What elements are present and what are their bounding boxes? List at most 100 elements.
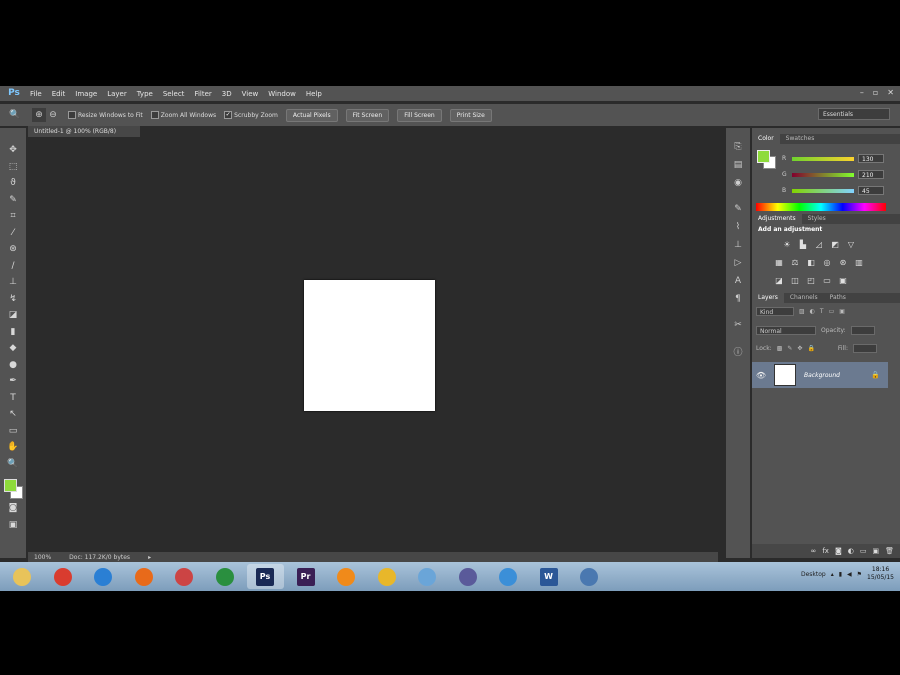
pen-tool-icon[interactable]: ✒: [5, 373, 21, 390]
taskbar-app-6-button[interactable]: [206, 564, 243, 589]
workspace-select[interactable]: Essentials: [818, 108, 890, 120]
black-white-icon[interactable]: ◧: [806, 258, 816, 268]
brush-tool-icon[interactable]: ∕: [5, 258, 21, 275]
new-adjustment-icon[interactable]: ◐: [848, 547, 854, 555]
eraser-tool-icon[interactable]: ◪: [5, 307, 21, 324]
add-mask-icon[interactable]: ◙: [835, 547, 842, 555]
network-icon[interactable]: ▮: [839, 571, 842, 578]
eyedropper-tool-icon[interactable]: ⁄: [5, 225, 21, 242]
taskbar-app-12-button[interactable]: [449, 564, 486, 589]
tab-styles[interactable]: Styles: [802, 214, 832, 224]
tool-presets-icon[interactable]: ✂: [730, 316, 746, 334]
filter-smart-object-icon[interactable]: ▣: [839, 308, 845, 315]
checkbox-box[interactable]: ✓: [224, 111, 233, 119]
character-icon[interactable]: A: [730, 272, 746, 290]
opacity-field[interactable]: [850, 326, 875, 335]
color-balance-icon[interactable]: ⚖: [790, 258, 800, 268]
layer-kind-select[interactable]: Kind: [756, 307, 794, 316]
blend-mode-select[interactable]: Normal: [756, 326, 816, 335]
red-slider[interactable]: [792, 156, 854, 161]
screen-mode-icon[interactable]: ▣: [5, 517, 21, 534]
tab-adjustments[interactable]: Adjustments: [752, 214, 802, 224]
move-tool-icon[interactable]: ✥: [5, 142, 21, 159]
path-selection-tool-icon[interactable]: ↖: [5, 406, 21, 423]
paragraph-icon[interactable]: ¶: [730, 290, 746, 308]
taskbar-app-13-button[interactable]: [490, 564, 527, 589]
taskbar-vlc-button[interactable]: [328, 564, 365, 589]
taskbar-app-15-button[interactable]: [571, 564, 608, 589]
levels-icon[interactable]: ▙: [798, 240, 808, 250]
checkbox-box[interactable]: [68, 111, 76, 119]
layer-row[interactable]: 👁 Background 🔒: [752, 362, 888, 388]
document-canvas[interactable]: [304, 280, 435, 411]
document-tab[interactable]: Untitled-1 @ 100% (RGB/8): [28, 126, 140, 137]
navigator-icon[interactable]: ◉: [730, 174, 746, 192]
menu-help[interactable]: Help: [301, 90, 327, 98]
menu-3d[interactable]: 3D: [217, 90, 237, 98]
print-size-button[interactable]: Print Size: [449, 108, 492, 122]
type-tool-icon[interactable]: T: [5, 390, 21, 407]
foreground-color-swatch[interactable]: [4, 479, 17, 492]
tab-swatches[interactable]: Swatches: [780, 134, 821, 144]
history-brush-tool-icon[interactable]: ↯: [5, 291, 21, 308]
quick-mask-icon[interactable]: ◙: [5, 500, 21, 517]
zoom-tool-icon[interactable]: 🔍: [5, 456, 21, 473]
scrubby-zoom-checkbox[interactable]: ✓ Scrubby Zoom: [224, 111, 278, 119]
rectangle-tool-icon[interactable]: ▭: [5, 423, 21, 440]
menu-select[interactable]: Select: [158, 90, 190, 98]
link-layers-icon[interactable]: ∞: [811, 547, 817, 555]
actions-icon[interactable]: ▷: [730, 254, 746, 272]
brush-panel-icon[interactable]: ⌇: [730, 218, 746, 236]
lock-position-icon[interactable]: ✥: [797, 345, 802, 352]
layer-name[interactable]: Background: [804, 372, 871, 379]
color-lookup-icon[interactable]: ▥: [854, 258, 864, 268]
vibrance-icon[interactable]: ▽: [846, 240, 856, 250]
hue-saturation-icon[interactable]: ▦: [774, 258, 784, 268]
clone-source-icon[interactable]: ⊥: [730, 236, 746, 254]
blue-slider[interactable]: [792, 188, 854, 193]
tray-arrow-icon[interactable]: ▴: [831, 571, 834, 578]
tab-layers[interactable]: Layers: [752, 293, 784, 303]
flag-icon[interactable]: ⚑: [857, 571, 862, 578]
filter-adjustment-icon[interactable]: ◐: [810, 308, 815, 315]
brightness-contrast-icon[interactable]: ☀: [782, 240, 792, 250]
fill-field[interactable]: [852, 344, 877, 353]
taskbar-internet-explorer-button[interactable]: [85, 564, 122, 589]
lock-transparent-icon[interactable]: ▩: [777, 345, 783, 352]
curves-icon[interactable]: ◿: [814, 240, 824, 250]
delete-layer-icon[interactable]: 🗑: [885, 547, 894, 555]
zoom-all-windows-checkbox[interactable]: Zoom All Windows: [150, 111, 216, 119]
properties-icon[interactable]: ▤: [730, 156, 746, 174]
desktop-toolbar-label[interactable]: Desktop: [801, 571, 826, 578]
info-icon[interactable]: ⓘ: [730, 342, 746, 360]
taskbar-folder-button[interactable]: [4, 564, 41, 589]
filter-pixel-icon[interactable]: ▨: [799, 308, 805, 315]
gradient-tool-icon[interactable]: ▮: [5, 324, 21, 341]
menu-filter[interactable]: Filter: [189, 90, 216, 98]
actual-pixels-button[interactable]: Actual Pixels: [285, 108, 338, 122]
filter-shape-icon[interactable]: ▭: [829, 308, 835, 315]
blur-tool-icon[interactable]: ◆: [5, 340, 21, 357]
gradient-map-icon[interactable]: ▭: [822, 276, 832, 286]
fit-screen-button[interactable]: Fit Screen: [345, 108, 390, 122]
fill-screen-button[interactable]: Fill Screen: [397, 108, 442, 122]
resize-windows-checkbox[interactable]: Resize Windows to Fit: [68, 111, 143, 119]
lasso-tool-icon[interactable]: ϑ: [5, 175, 21, 192]
threshold-icon[interactable]: ◰: [806, 276, 816, 286]
tab-color[interactable]: Color: [752, 134, 780, 144]
selective-color-icon[interactable]: ▣: [838, 276, 848, 286]
lock-pixels-icon[interactable]: ✎: [787, 345, 792, 352]
photo-filter-icon[interactable]: ◎: [822, 258, 832, 268]
menu-window[interactable]: Window: [263, 90, 301, 98]
history-icon[interactable]: ⎘: [730, 138, 746, 156]
close-button[interactable]: ✕: [887, 88, 894, 97]
color-spectrum-ramp[interactable]: [756, 203, 886, 211]
checkbox-box[interactable]: [150, 111, 159, 119]
lock-all-icon[interactable]: 🔒: [807, 345, 814, 352]
visibility-eye-icon[interactable]: 👁: [752, 371, 770, 380]
menu-layer[interactable]: Layer: [102, 90, 132, 98]
posterize-icon[interactable]: ◫: [790, 276, 800, 286]
menu-image[interactable]: Image: [70, 90, 102, 98]
red-value-field[interactable]: 130: [858, 154, 884, 163]
clock[interactable]: 18:16 15/05/15: [867, 566, 894, 582]
